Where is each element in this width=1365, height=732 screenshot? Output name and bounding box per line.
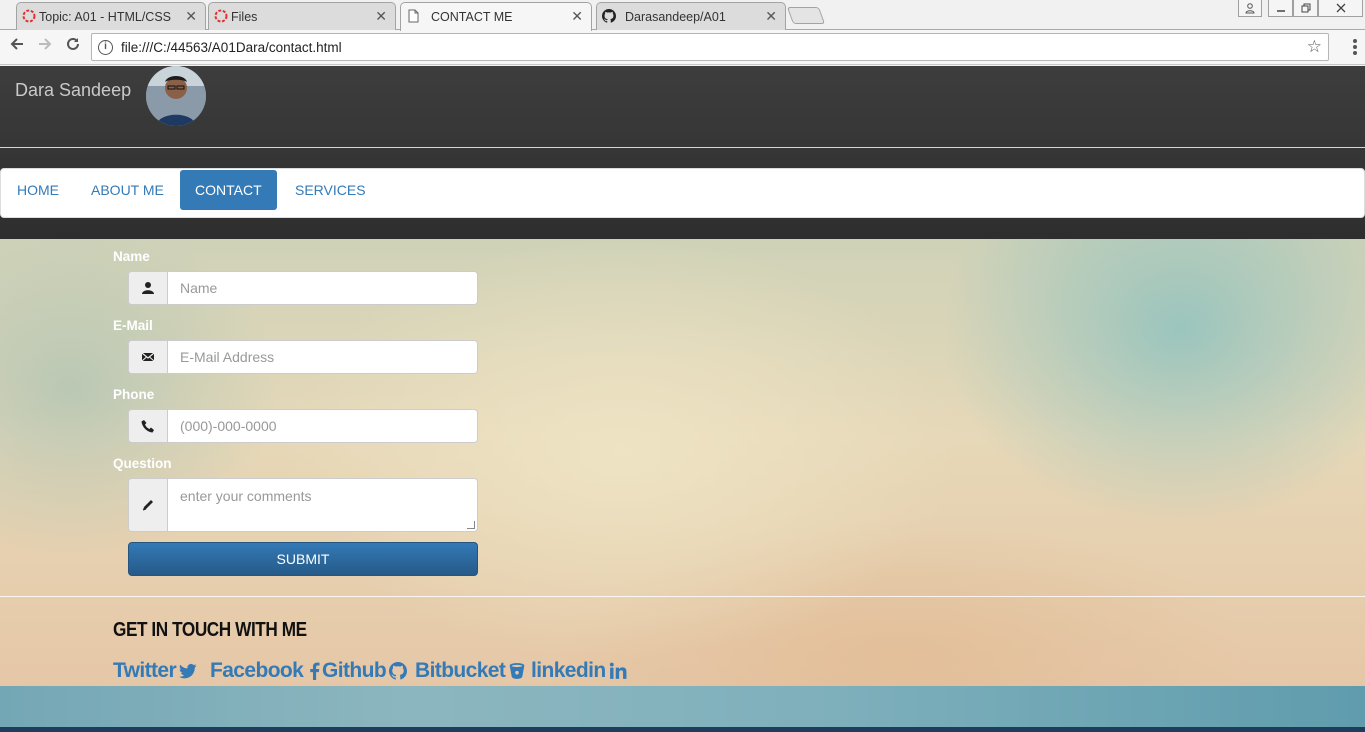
phone-field-group [128, 409, 478, 443]
page-content: Dara Sandeep HOME ABOUT ME CONTACT SERVI… [0, 66, 1365, 732]
nav-services[interactable]: SERVICES [280, 170, 381, 210]
question-label: Question [113, 456, 172, 471]
section-divider [0, 596, 1365, 597]
phone-icon [129, 410, 168, 442]
tab-contact-me[interactable]: CONTACT ME ✕ [400, 2, 592, 31]
name-input[interactable] [168, 272, 477, 304]
email-input[interactable] [168, 341, 477, 373]
resize-handle[interactable] [467, 521, 475, 529]
question-textarea[interactable] [168, 479, 477, 531]
get-in-touch-heading: GET IN TOUCH WITH ME [113, 619, 307, 641]
facebook-link-label: Facebook [210, 659, 304, 682]
close-tab-icon[interactable]: ✕ [185, 8, 197, 25]
github-icon [602, 9, 616, 23]
nav-about-me[interactable]: ABOUT ME [76, 170, 179, 210]
page-icon [408, 9, 419, 23]
browser-tabstrip: Topic: A01 - HTML/CSS ✕ Files ✕ CONTACT … [0, 0, 1365, 31]
phone-label: Phone [113, 387, 155, 402]
nav-home[interactable]: HOME [2, 170, 74, 210]
email-field-group [128, 340, 478, 374]
os-taskbar [0, 727, 1365, 732]
linkedin-link[interactable]: linkedin [531, 659, 627, 683]
site-brand[interactable]: Dara Sandeep [15, 80, 131, 101]
envelope-icon [129, 341, 168, 373]
tab-title: Files [231, 9, 258, 24]
close-tab-icon[interactable]: ✕ [375, 8, 387, 25]
close-tab-icon[interactable]: ✕ [765, 8, 777, 25]
close-window-icon[interactable] [1318, 0, 1363, 17]
name-label: Name [113, 249, 150, 264]
loading-ring-icon [22, 9, 36, 23]
question-field-group [128, 478, 478, 532]
submit-button[interactable]: SUBMIT [128, 542, 478, 576]
new-tab-button[interactable] [786, 7, 826, 24]
tab-topic[interactable]: Topic: A01 - HTML/CSS ✕ [16, 2, 206, 30]
header-divider [0, 147, 1365, 148]
twitter-link[interactable]: Twitter [113, 659, 197, 683]
github-icon [389, 662, 408, 680]
tab-title: Topic: A01 - HTML/CSS [39, 9, 171, 24]
browser-menu-icon[interactable] [1353, 39, 1357, 57]
linkedin-link-label: linkedin [531, 659, 606, 682]
profile-icon[interactable] [1238, 0, 1262, 17]
avatar [146, 66, 206, 126]
restore-window-icon[interactable] [1293, 0, 1318, 17]
loading-ring-icon [214, 9, 228, 23]
nav-contact[interactable]: CONTACT [180, 170, 277, 210]
user-icon [129, 272, 168, 304]
site-navbar: HOME ABOUT ME CONTACT SERVICES [0, 168, 1365, 218]
bitbucket-link[interactable]: Bitbucket [415, 659, 526, 683]
bitbucket-icon [509, 663, 525, 679]
github-link[interactable]: Github [322, 659, 408, 683]
footer-band [0, 686, 1365, 732]
facebook-link[interactable]: Facebook [210, 659, 324, 683]
address-bar[interactable]: i file:///C:/44563/A01Dara/contact.html … [91, 33, 1329, 61]
browser-toolbar: i file:///C:/44563/A01Dara/contact.html … [0, 30, 1365, 65]
bookmark-star-icon[interactable]: ☆ [1307, 37, 1322, 57]
phone-input[interactable] [168, 410, 477, 442]
linkedin-icon [609, 662, 626, 679]
back-arrow-icon[interactable] [6, 36, 28, 58]
site-header: Dara Sandeep HOME ABOUT ME CONTACT SERVI… [0, 66, 1365, 239]
pencil-icon [129, 479, 168, 531]
reload-icon[interactable] [62, 36, 84, 58]
tab-github[interactable]: Darasandeep/A01 ✕ [596, 2, 786, 30]
tab-files[interactable]: Files ✕ [208, 2, 396, 30]
forward-arrow-icon[interactable] [34, 36, 56, 58]
minimize-window-icon[interactable] [1268, 0, 1293, 17]
address-url: file:///C:/44563/A01Dara/contact.html [121, 40, 342, 55]
tab-title: Darasandeep/A01 [625, 9, 726, 24]
github-link-label: Github [322, 659, 387, 682]
close-tab-icon[interactable]: ✕ [571, 8, 583, 25]
name-field-group [128, 271, 478, 305]
twitter-link-label: Twitter [113, 659, 177, 682]
tab-title: CONTACT ME [431, 10, 513, 24]
info-icon[interactable]: i [98, 40, 113, 55]
twitter-icon [179, 663, 197, 679]
email-label: E-Mail [113, 318, 153, 333]
bitbucket-link-label: Bitbucket [415, 659, 506, 682]
